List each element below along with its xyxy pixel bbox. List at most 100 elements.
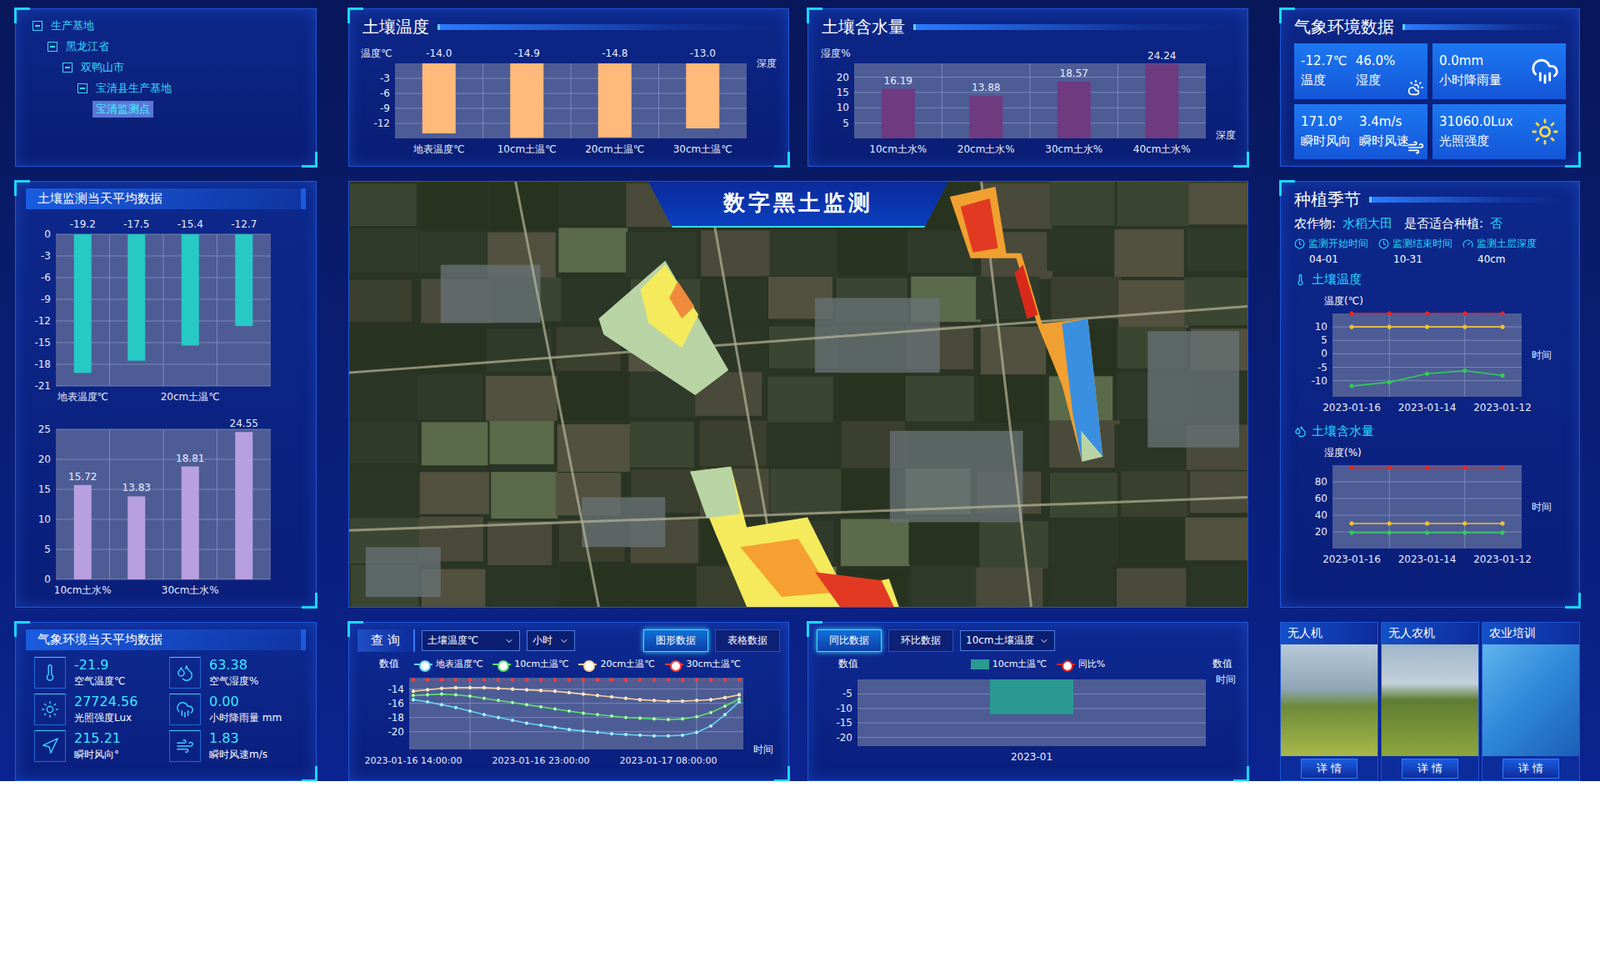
chart-point[interactable] xyxy=(695,715,699,719)
chart-point[interactable] xyxy=(1463,465,1467,470)
chart-point[interactable] xyxy=(482,685,486,690)
chart-point[interactable] xyxy=(595,693,600,697)
chart-point[interactable] xyxy=(1425,530,1429,535)
chart-bar[interactable]: -12.7 xyxy=(230,218,257,326)
chart-point[interactable] xyxy=(1350,521,1354,525)
chart-point[interactable] xyxy=(1350,325,1354,329)
chart-point[interactable] xyxy=(1425,371,1429,375)
chart-point[interactable] xyxy=(468,685,472,690)
chart-point[interactable] xyxy=(723,695,727,700)
chart-point[interactable] xyxy=(737,693,741,697)
chart-bar[interactable]: 16.1910cm土水% xyxy=(869,75,927,155)
chart-point[interactable] xyxy=(610,695,614,699)
chart-point[interactable] xyxy=(652,734,656,738)
chart-point[interactable] xyxy=(1463,521,1467,525)
chart-point[interactable] xyxy=(1463,369,1467,373)
heatmap-region[interactable] xyxy=(640,265,699,349)
chart-point[interactable] xyxy=(581,692,585,696)
select[interactable]: 小时 xyxy=(526,630,575,651)
chart-point[interactable] xyxy=(1500,325,1505,329)
heatmap-region[interactable] xyxy=(690,466,740,519)
query-tab[interactable]: 查 询 xyxy=(357,629,415,652)
chart-point[interactable] xyxy=(411,689,415,693)
chart-point[interactable] xyxy=(666,699,670,703)
legend-item[interactable]: 20cm土温℃ xyxy=(578,657,655,670)
legend-item[interactable]: 10cm土温℃ xyxy=(970,657,1047,670)
chart-bar[interactable]: -15.420cm土温℃ xyxy=(160,218,220,403)
chart-point[interactable] xyxy=(680,678,685,682)
chart-point[interactable] xyxy=(525,688,529,692)
chart-point[interactable] xyxy=(539,723,543,727)
details-button[interactable]: 详 情 xyxy=(1401,758,1459,779)
chart-point[interactable] xyxy=(468,678,472,682)
tree-item[interactable]: 黑龙江省 xyxy=(32,38,300,55)
chart-point[interactable] xyxy=(610,731,614,735)
chart-point[interactable] xyxy=(695,678,699,682)
chart-bar[interactable]: -14.0地表温度℃ xyxy=(412,47,465,155)
chart-point[interactable] xyxy=(454,693,458,697)
chart-point[interactable] xyxy=(595,730,600,735)
chart-point[interactable] xyxy=(525,703,529,707)
heatmap-region[interactable] xyxy=(1015,265,1039,320)
chart-point[interactable] xyxy=(1387,380,1391,384)
heatmap-region[interactable] xyxy=(598,260,729,395)
toggle-icon[interactable] xyxy=(32,20,43,31)
heatmap-region[interactable] xyxy=(815,571,895,607)
chart-point[interactable] xyxy=(496,715,500,720)
chart-point[interactable] xyxy=(553,707,557,711)
chart-point[interactable] xyxy=(510,700,515,705)
chart-point[interactable] xyxy=(624,732,628,736)
toggle-icon[interactable] xyxy=(47,41,58,52)
chart-point[interactable] xyxy=(510,718,515,722)
chart-point[interactable] xyxy=(1500,373,1505,377)
chart-point[interactable] xyxy=(482,712,486,716)
chart-point[interactable] xyxy=(567,678,571,682)
chart-point[interactable] xyxy=(553,725,557,730)
chart-bar[interactable]: -13.030cm土温℃ xyxy=(673,47,733,155)
chart-point[interactable] xyxy=(1387,325,1391,329)
chart-bar[interactable]: -14.910cm土温℃ xyxy=(497,47,557,155)
chart-point[interactable] xyxy=(723,678,727,682)
chart-point[interactable] xyxy=(567,690,571,695)
chart-point[interactable] xyxy=(1425,311,1429,315)
chart-point[interactable] xyxy=(680,699,685,703)
heatmap-region[interactable] xyxy=(690,466,900,607)
chart-point[interactable] xyxy=(539,678,543,682)
chart-point[interactable] xyxy=(638,678,642,682)
chart-point[interactable] xyxy=(411,693,415,697)
chart-point[interactable] xyxy=(624,678,628,682)
chart-point[interactable] xyxy=(1350,530,1354,535)
view-button[interactable]: 图形数据 xyxy=(643,629,709,652)
chart-point[interactable] xyxy=(454,685,458,690)
chart-point[interactable] xyxy=(1350,384,1354,388)
chart-point[interactable] xyxy=(454,678,458,682)
chart-point[interactable] xyxy=(440,692,444,696)
chart-point[interactable] xyxy=(709,678,713,682)
chart-bar[interactable]: 15.7210cm土水% xyxy=(54,470,112,596)
select[interactable]: 土壤温度℃ xyxy=(421,630,520,651)
legend-item[interactable]: 同比% xyxy=(1056,657,1105,670)
chart-point[interactable] xyxy=(539,689,543,693)
chart-point[interactable] xyxy=(1500,465,1505,470)
chart-point[interactable] xyxy=(468,709,472,713)
view-button[interactable]: 表格数据 xyxy=(715,629,780,652)
chart-point[interactable] xyxy=(666,717,670,721)
chart-point[interactable] xyxy=(624,715,628,720)
chart-point[interactable] xyxy=(1463,311,1467,315)
chart-point[interactable] xyxy=(425,678,430,682)
chart-point[interactable] xyxy=(624,696,628,700)
chart-point[interactable] xyxy=(553,689,557,693)
chart-point[interactable] xyxy=(1387,530,1391,535)
chart-point[interactable] xyxy=(440,678,444,682)
chart-point[interactable] xyxy=(652,698,656,702)
chart-bar[interactable]: 13.8820cm土水% xyxy=(957,81,1015,155)
chart-point[interactable] xyxy=(1463,325,1467,329)
chart-point[interactable] xyxy=(737,678,741,682)
legend-item[interactable]: 地表温度℃ xyxy=(414,657,483,670)
chart-point[interactable] xyxy=(610,678,614,682)
chart-point[interactable] xyxy=(709,724,713,728)
chart-point[interactable] xyxy=(709,698,713,702)
chart-point[interactable] xyxy=(425,688,430,692)
chart-point[interactable] xyxy=(425,693,430,697)
chart-point[interactable] xyxy=(638,733,642,737)
